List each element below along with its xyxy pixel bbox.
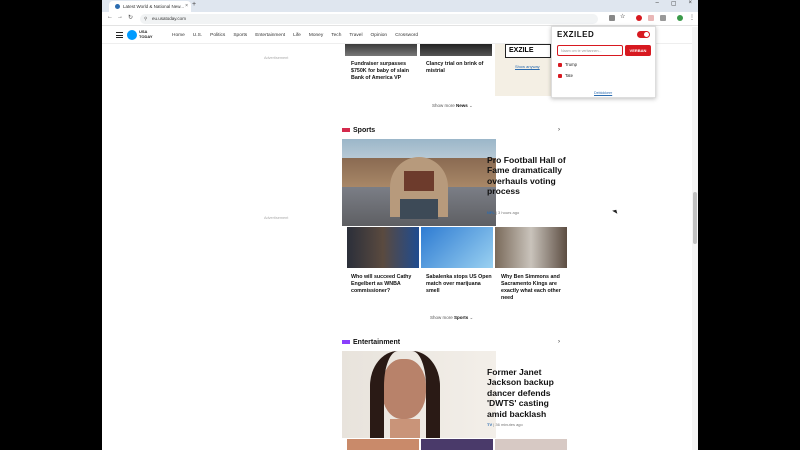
news-story-image[interactable] [345, 44, 417, 56]
show-more-news-link[interactable]: Show more News ⌄ [432, 103, 473, 109]
site-menu: Home U.S. Politics Sports Entertainment … [172, 33, 418, 38]
ad-label: Advertisement [264, 56, 289, 60]
exziled-extension-icon[interactable] [636, 15, 642, 21]
entertainment-hero-meta: TV | 36 minutes ago [487, 422, 523, 427]
back-icon[interactable]: ← [107, 14, 113, 20]
show-anyway-link[interactable]: Show anyway [515, 64, 540, 69]
entertainment-chevron-icon[interactable]: › [558, 339, 560, 345]
banned-item-tate[interactable]: Tate [558, 73, 573, 78]
url-text: eu.usatoday.com [152, 16, 186, 21]
menu-crossword[interactable]: Crossword [395, 33, 418, 38]
logo-text: USA TODAY [139, 29, 153, 39]
new-tab-button[interactable]: + [192, 1, 196, 8]
entertainment-story-image[interactable] [495, 439, 567, 450]
minimize-button[interactable]: – [655, 0, 658, 7]
blocked-ad-card: EXZILE Show anyway [495, 44, 551, 96]
entertainment-hero-headline[interactable]: Former Janet Jackson backup dancer defen… [487, 367, 569, 419]
puzzle-icon[interactable] [660, 15, 666, 21]
unblock-link[interactable]: Deblokkeer [594, 91, 612, 95]
maximize-button[interactable]: ▢ [671, 0, 677, 7]
sports-story-headline[interactable]: Why Ben Simmons and Sacramento Kings are… [501, 274, 569, 302]
sports-hero-image[interactable] [342, 139, 496, 226]
exziled-extension-popup: EXZILED Naam om te verbannen... VERBAN T… [551, 26, 656, 98]
news-story-headline[interactable]: Fundraiser surpasses $750K for baby of s… [351, 61, 417, 82]
banned-item-trump[interactable]: Trump [558, 62, 577, 67]
profile-avatar[interactable] [677, 15, 683, 21]
menu-us[interactable]: U.S. [193, 33, 202, 38]
show-more-sports-link[interactable]: Show more Sports ⌄ [430, 315, 473, 321]
ad-label: Advertisement [264, 216, 289, 220]
sports-story-headline[interactable]: Sabalenka stops US Open match over marij… [426, 274, 492, 295]
menu-travel[interactable]: Travel [349, 33, 362, 38]
reload-icon[interactable]: ↻ [128, 14, 133, 21]
sports-section-title[interactable]: Sports [342, 127, 375, 134]
tab-title: Latest World & National New... [123, 4, 184, 9]
menu-life[interactable]: Life [293, 33, 301, 38]
ban-button[interactable]: VERBAN [625, 45, 651, 56]
scrollbar-thumb[interactable] [693, 192, 697, 244]
sports-hero-headline[interactable]: Pro Football Hall of Fame dramatically o… [487, 155, 569, 197]
checkbox-icon[interactable] [558, 73, 562, 78]
window-controls: – ▢ × [655, 0, 692, 7]
close-window-button[interactable]: × [688, 0, 692, 7]
forward-icon[interactable]: → [117, 14, 123, 20]
entertainment-accent-bar [342, 340, 350, 345]
entertainment-hero-image[interactable] [342, 351, 496, 438]
menu-money[interactable]: Money [309, 33, 323, 38]
extension-toggle[interactable] [637, 31, 650, 38]
site-info-icon[interactable]: ⚲ [144, 16, 147, 22]
entertainment-story-image[interactable] [421, 439, 493, 450]
sports-story-image[interactable] [495, 227, 567, 268]
tab-close-icon[interactable]: × [185, 3, 188, 9]
menu-home[interactable]: Home [172, 33, 185, 38]
exziled-brand: EXZILED [557, 30, 595, 39]
menu-entertainment[interactable]: Entertainment [255, 33, 285, 38]
menu-tech[interactable]: Tech [331, 33, 341, 38]
news-story-image[interactable] [420, 44, 492, 56]
sports-accent-bar [342, 128, 350, 133]
checkbox-icon[interactable] [558, 62, 562, 67]
menu-opinion[interactable]: Opinion [371, 33, 388, 38]
usatoday-logo[interactable] [127, 30, 137, 40]
browser-tab[interactable]: Latest World & National New... × [109, 1, 191, 12]
sports-hero-meta: NFL | 3 hours ago [487, 210, 520, 215]
menu-sports[interactable]: Sports [233, 33, 247, 38]
exzile-ad-logo: EXZILE [505, 44, 551, 58]
menu-kebab-icon[interactable]: ⋮ [689, 14, 695, 21]
tab-bar: Latest World & National New... × + – ▢ × [102, 0, 698, 12]
sports-story-image[interactable] [347, 227, 419, 268]
sports-story-headline[interactable]: Who will succeed Cathy Engelbert as WNBA… [351, 274, 417, 295]
scrollbar[interactable] [692, 27, 698, 450]
extension-icon[interactable] [648, 15, 654, 21]
sports-story-image[interactable] [421, 227, 493, 268]
sports-chevron-icon[interactable]: › [558, 127, 560, 133]
bookmark-star-icon[interactable]: ☆ [620, 13, 626, 20]
ban-name-input[interactable]: Naam om te verbannen... [557, 45, 623, 56]
news-story-headline[interactable]: Clancy trial on brink of mistrial [426, 61, 492, 75]
entertainment-section-title[interactable]: Entertainment [342, 339, 400, 346]
menu-politics[interactable]: Politics [210, 33, 225, 38]
browser-window: Latest World & National New... × + – ▢ ×… [102, 0, 698, 450]
address-bar[interactable]: ⚲ eu.usatoday.com [140, 14, 598, 24]
translate-icon[interactable] [609, 15, 615, 21]
favicon-icon [115, 4, 120, 9]
entertainment-story-image[interactable] [347, 439, 419, 450]
hamburger-icon[interactable] [116, 32, 123, 38]
address-bar-row: ← → ↻ ⚲ eu.usatoday.com ☆ ⋮ [102, 12, 698, 26]
